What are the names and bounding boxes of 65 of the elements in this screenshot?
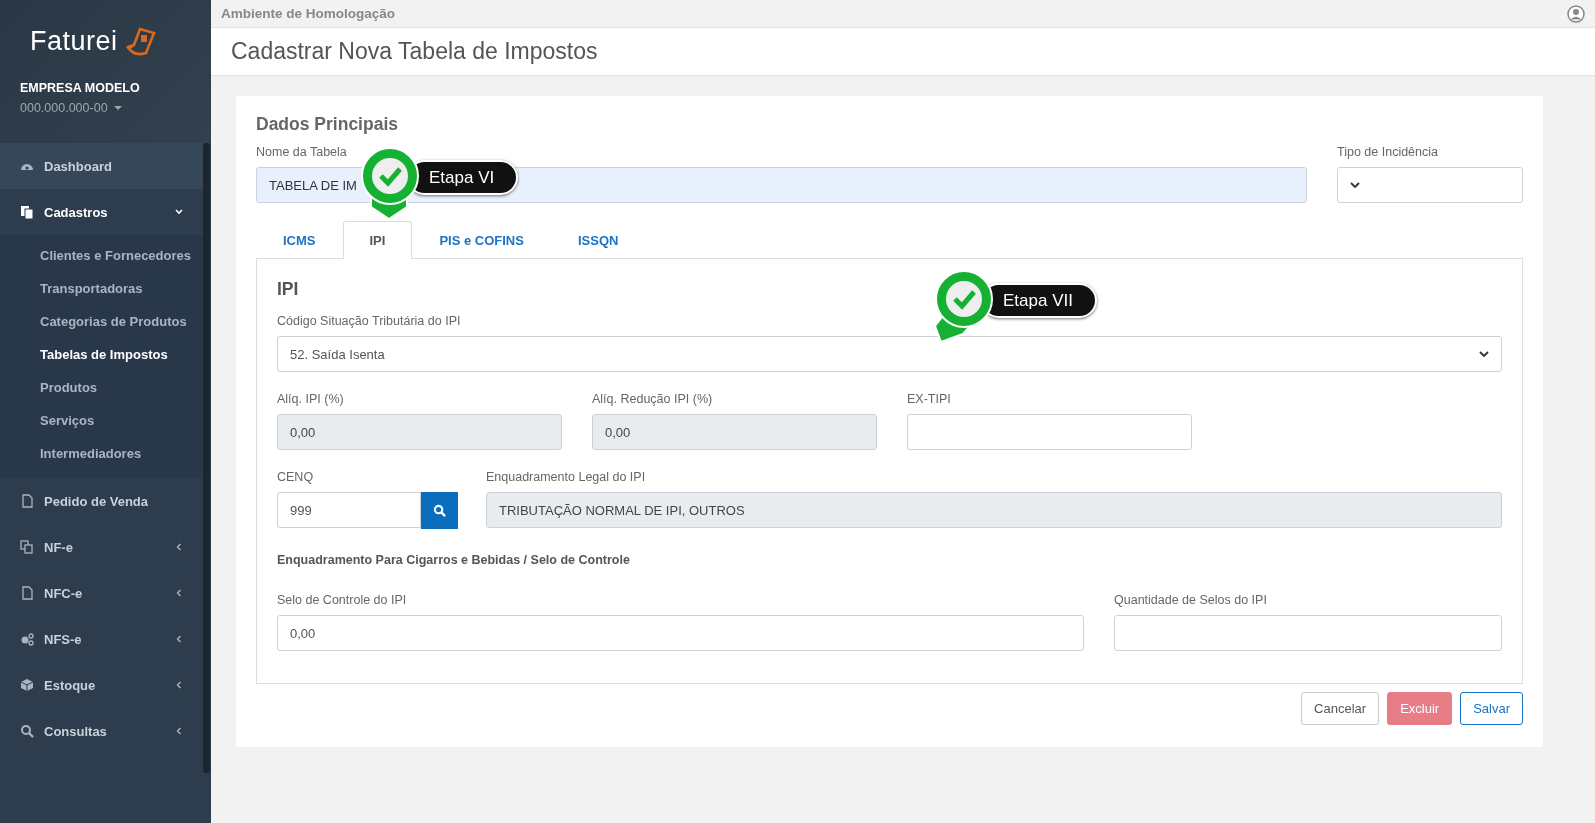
company-document[interactable]: 000.000.000-00 [20,101,108,115]
field-label: Nome da Tabela [256,145,348,159]
select-field[interactable]: 52. Saída Isenta [277,336,1502,372]
input-field[interactable] [1114,615,1502,651]
sidebar-item[interactable]: NFS-e [0,616,205,662]
tab[interactable]: PIS e COFINS [412,221,551,259]
menu-icon [20,724,34,738]
subsection-heading: Enquadramento Para Cigarros e Bebidas / Selo de Controle [277,553,631,567]
field-label: EX-TIPI [907,392,952,406]
chevron-down-icon [175,208,183,216]
menu-icon [20,494,34,508]
field-label: Código Situação Tributária do IPI [277,314,462,328]
environment-label: Ambiente de Homologação [221,6,396,21]
field-label: Tipo de Incidência [1337,145,1439,159]
field-label: CENQ [277,470,315,484]
menu-icon [20,540,34,554]
page-title: Cadastrar Nova Tabela de Impostos [231,38,598,65]
submenu-item[interactable]: Serviços [0,404,205,437]
submenu-item[interactable]: Produtos [0,371,205,404]
field-label: Alíq. Redução IPI (%) [592,392,714,406]
scrollbar[interactable] [203,143,210,773]
sidebar-item[interactable]: NF-e [0,524,205,570]
cancel-button[interactable]: Cancelar [1301,692,1380,725]
submenu-item[interactable]: Intermediadores [0,437,205,470]
logo-icon [123,26,158,57]
sidebar-item[interactable]: Dashboard [0,143,205,189]
menu-icon [20,678,34,692]
chevron-left-icon [175,635,183,643]
menu-icon [20,586,34,600]
field-label: Selo de Controle do IPI [277,593,408,607]
tab[interactable]: ICMS [256,221,343,259]
field-label: Alíq. IPI (%) [277,392,345,406]
chevron-left-icon [175,589,183,597]
sidebar-item[interactable]: Consultas [0,708,205,754]
input-field[interactable] [907,414,1192,450]
tab[interactable]: ISSQN [550,221,646,259]
chevron-left-icon [175,727,183,735]
select-field[interactable] [1337,167,1523,203]
section-title: Dados Principais [256,114,399,135]
input-field[interactable]: 999 [277,492,421,528]
chevron-down-icon [1350,181,1360,189]
user-icon[interactable] [1567,4,1585,23]
submenu-item[interactable]: Clientes e Fornecedores [0,239,205,272]
caret-icon[interactable] [113,105,122,111]
chevron-left-icon [175,681,183,689]
sidebar-item[interactable]: Pedido de Venda [0,478,205,524]
menu-icon [20,205,34,219]
tab[interactable]: IPI [342,221,413,259]
sidebar-item[interactable]: NFC-e [0,570,205,616]
input-field[interactable]: 0,00 [277,615,1084,651]
search-icon [433,504,446,517]
sidebar-item[interactable]: Cadastros [0,189,205,235]
save-button[interactable]: Salvar [1460,692,1523,725]
submenu-item[interactable]: Categorias de Produtos [0,305,205,338]
sidebar-item[interactable]: Estoque [0,662,205,708]
field-label: Quantidade de Selos do IPI [1114,593,1268,607]
chevron-down-icon [1479,350,1489,358]
search-button[interactable] [421,492,458,529]
company-name: EMPRESA MODELO [20,81,141,95]
logo-text: Faturei [30,26,118,57]
submenu-item[interactable]: Transportadoras [0,272,205,305]
submenu-item[interactable]: Tabelas de Impostos [0,338,205,371]
field-label: Enquadramento Legal do IPI [486,470,647,484]
chevron-left-icon [175,543,183,551]
menu-icon [20,632,34,646]
